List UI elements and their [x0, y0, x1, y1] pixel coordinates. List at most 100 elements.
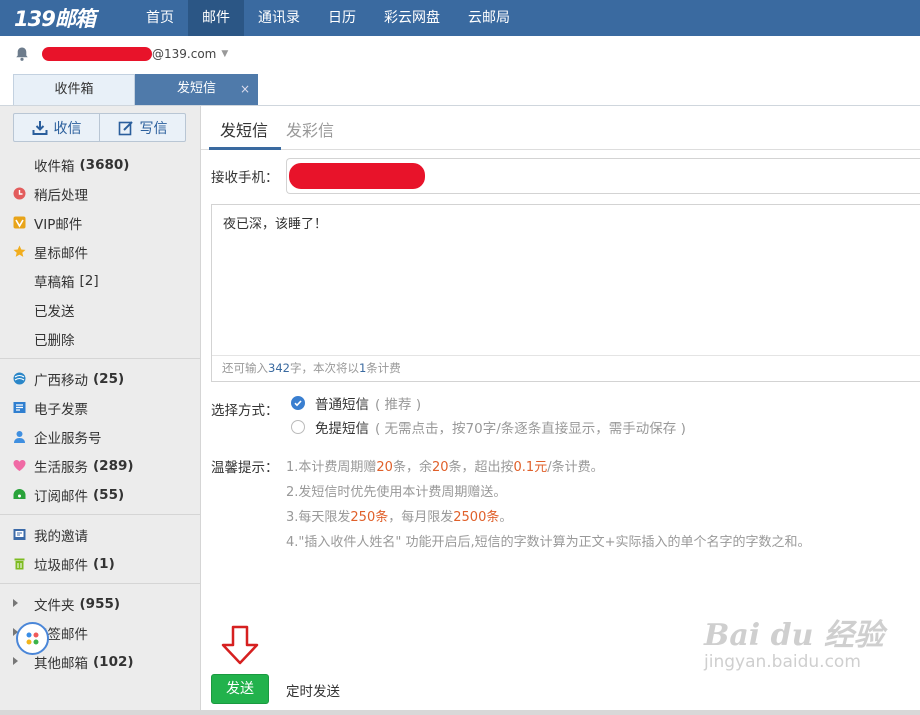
nav-contacts[interactable]: 通讯录	[244, 0, 314, 36]
sidebar-item-label: 电子发票	[34, 401, 88, 418]
method-normal-label: 普通短信	[315, 397, 369, 413]
sidebar-item-label: 我的邀请	[34, 528, 88, 545]
trash-icon	[14, 558, 25, 570]
sidebar-item-count: (955)	[79, 595, 121, 612]
account-domain: @139.com	[152, 47, 217, 61]
caret-right-icon[interactable]	[13, 599, 18, 607]
star-icon	[13, 245, 26, 257]
sidebar-item-count: (102)	[93, 653, 134, 670]
tab-bar: 收件箱 发短信 ×	[0, 74, 920, 106]
tip-text: 条，超出按	[448, 460, 514, 475]
divider	[0, 358, 200, 359]
sidebar-item-label: 其他邮箱	[34, 655, 88, 672]
tab-send-sms-label: 发短信	[176, 81, 216, 96]
sidebar-item-subscriptions[interactable]: 订阅邮件 (55)	[0, 480, 200, 509]
watermark-url: jingyan.baidu.com	[704, 652, 861, 672]
method-free-note: ( 无需点击，按70字/条逐条直接显示，需手动保存 )	[375, 421, 686, 437]
tab-send-sms[interactable]: 发短信 ×	[135, 74, 258, 105]
write-button[interactable]: 写信	[99, 114, 185, 141]
close-icon[interactable]: ×	[240, 74, 250, 104]
tip-text: 条，余	[392, 460, 432, 475]
tip-4: 4."插入收件人姓名" 功能开启后,短信的字数计算为正文+实际插入的单个名字的字…	[286, 535, 811, 550]
download-icon	[32, 120, 47, 135]
sidebar-item-count: (3680)	[79, 156, 130, 173]
sidebar-item-enterprise[interactable]: 企业服务号	[0, 422, 200, 451]
chevron-down-icon[interactable]: ▼	[221, 49, 228, 59]
schedule-send-link[interactable]: 定时发送	[286, 680, 340, 700]
sidebar-item-label: 订阅邮件	[34, 488, 88, 505]
recipient-label: 接收手机：	[211, 170, 279, 186]
sidebar-item-drafts[interactable]: 草稿箱 [2]	[0, 266, 200, 295]
tab-inbox[interactable]: 收件箱	[13, 74, 135, 105]
sidebar-item-count: (289)	[93, 457, 134, 474]
send-button[interactable]: 发送	[211, 674, 269, 704]
bottom-bar	[0, 710, 920, 715]
sidebar-item-spam[interactable]: 垃圾邮件 (1)	[0, 549, 200, 578]
sidebar-item-count: [2]	[79, 272, 99, 289]
radio-unchecked-icon[interactable]	[291, 420, 305, 434]
nav-home[interactable]: 首页	[132, 0, 188, 36]
app-launcher-button[interactable]	[16, 622, 49, 655]
nav-calendar[interactable]: 日历	[314, 0, 370, 36]
redacted-username	[42, 47, 152, 61]
baidu-watermark: Bai du 经验 jingyan.baidu.com	[704, 610, 884, 672]
logo[interactable]: 139邮箱	[0, 0, 132, 36]
user-icon	[14, 431, 25, 443]
apps-icon	[26, 632, 39, 645]
sidebar-item-e-invoice[interactable]: 电子发票	[0, 393, 200, 422]
tip-highlight: 250条	[350, 510, 389, 525]
sidebar-item-label: 已删除	[34, 332, 75, 349]
recipient-input[interactable]	[286, 158, 920, 194]
vip-icon	[13, 216, 26, 229]
bell-icon[interactable]	[14, 46, 30, 62]
tip-highlight: 20	[431, 460, 449, 475]
sidebar-item-later[interactable]: 稍后处理	[0, 179, 200, 208]
message-textarea[interactable]: 夜已深，该睡了！ 还可输入342字，本次将以1条计费	[211, 204, 920, 382]
sidebar-item-deleted[interactable]: 已删除	[0, 324, 200, 353]
sidebar-item-count: (55)	[93, 486, 125, 503]
method-free-option[interactable]: 免提短信 ( 无需点击，按70字/条逐条直接显示，需手动保存 )	[291, 417, 686, 437]
sidebar-item-starred[interactable]: 星标邮件	[0, 237, 200, 266]
edit-icon	[118, 120, 133, 135]
sidebar-item-guangxi-mobile[interactable]: 广西移动 (25)	[0, 364, 200, 393]
nav-cloud-drive[interactable]: 彩云网盘	[370, 0, 454, 36]
receive-button[interactable]: 收信	[14, 114, 99, 141]
sidebar-item-invitations[interactable]: 我的邀请	[0, 520, 200, 549]
sidebar-item-sent[interactable]: 已发送	[0, 295, 200, 324]
sidebar-item-inbox[interactable]: 收件箱 (3680)	[0, 150, 200, 179]
sidebar-item-label: VIP邮件	[34, 216, 83, 233]
tip-text: ，每月限发	[388, 510, 454, 525]
tab-mms[interactable]: 发彩信	[286, 117, 334, 141]
counter-prefix: 还可输入	[222, 361, 268, 375]
sidebar-item-label: 垃圾邮件	[34, 557, 88, 574]
receive-label: 收信	[53, 120, 82, 137]
tip-text: 1.本计费周期赠	[286, 460, 377, 475]
folder-menu: 收件箱 (3680) 稍后处理 VIP邮件 星标邮件 草稿箱 [2] 已发送 已删除…	[0, 150, 200, 676]
method-label: 选择方式：	[211, 403, 279, 419]
subscription-icon	[13, 489, 26, 499]
nav-cloud-post[interactable]: 云邮局	[454, 0, 524, 36]
divider	[0, 583, 200, 584]
method-normal-option[interactable]: 普通短信 ( 推荐 )	[291, 393, 421, 413]
account-row[interactable]: @139.com ▼	[14, 44, 228, 64]
nav-mail[interactable]: 邮件	[188, 0, 244, 36]
sidebar-item-label: 星标邮件	[34, 245, 88, 262]
tip-1: 1.本计费周期赠20条，余20条，超出按0.1元/条计费。	[286, 456, 604, 475]
sidebar-item-label: 稍后处理	[34, 187, 88, 204]
write-label: 写信	[139, 120, 168, 137]
tip-text: 3.每天限发	[286, 510, 351, 525]
clock-icon	[13, 187, 26, 200]
sidebar-item-label: 收件箱	[34, 158, 75, 175]
sidebar-item-count: (25)	[93, 370, 125, 387]
caret-right-icon[interactable]	[13, 657, 18, 665]
mail-actions: 收信 写信	[13, 113, 186, 142]
radio-checked-icon[interactable]	[291, 396, 305, 410]
divider	[0, 514, 200, 515]
sidebar-item-vip[interactable]: VIP邮件	[0, 208, 200, 237]
sidebar-item-life-services[interactable]: 生活服务 (289)	[0, 451, 200, 480]
sidebar-item-folders[interactable]: 文件夹 (955)	[0, 589, 200, 618]
tab-sms[interactable]: 发短信	[220, 117, 268, 141]
arrow-down-icon	[221, 625, 259, 665]
watermark-logo: Bai du 经验	[704, 618, 884, 653]
tip-2: 2.发短信时优先使用本计费周期赠送。	[286, 485, 507, 500]
